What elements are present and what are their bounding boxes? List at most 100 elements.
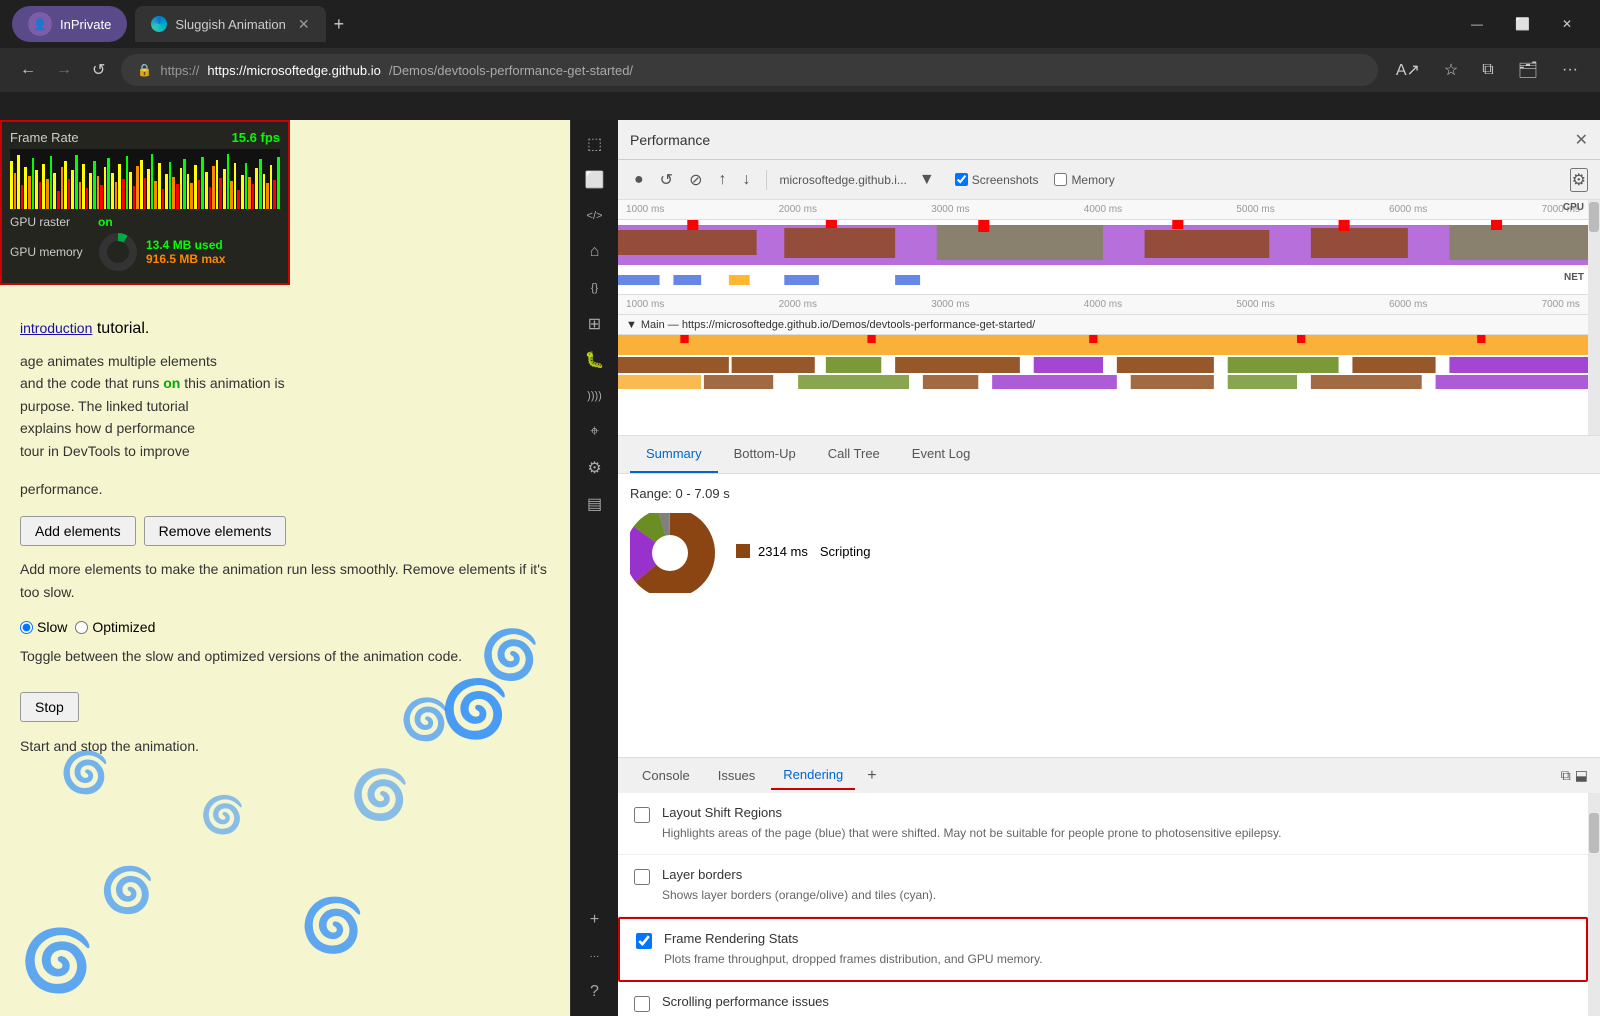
sidebar-icon-help[interactable]: ? [579,976,611,1008]
slow-radio[interactable] [20,621,33,634]
rendering-scrollbar[interactable] [1588,793,1600,1016]
reload-button[interactable]: ↺ [88,56,109,84]
main-track-header: ▼ Main — https://microsoftedge.github.io… [618,315,1588,335]
sidebar-icon-more[interactable]: ··· [579,940,611,972]
intro-link[interactable]: introduction [20,320,92,336]
sidebar-icon-code[interactable]: {} [579,272,611,304]
inprivate-button[interactable]: 👤 InPrivate [12,6,127,42]
collections-button[interactable]: 🗂 [1512,56,1544,84]
screenshots-checkbox[interactable] [955,173,968,186]
fps-value: 15.6 fps [232,130,280,145]
legend-scripting-label: Scripting [820,544,871,559]
devtools-title: Performance [630,132,1575,148]
bottom-tabs-bar: Console Issues Rendering + ⧉ ⬓ [618,757,1600,793]
frame-stats-checkbox[interactable] [636,933,652,949]
memory-checkbox[interactable] [1054,173,1067,186]
lock-icon: 🔒 [137,63,152,77]
layout-shift-checkbox[interactable] [634,807,650,823]
sidebar-icon-home[interactable]: ⌂ [579,236,611,268]
new-tab-button[interactable]: + [334,14,345,35]
edge-logo-5: 🌀 [100,864,155,916]
tab-close-button[interactable]: ✕ [298,16,310,33]
stop-button[interactable]: Stop [20,692,79,722]
sidebar-icon-network[interactable]: ⊞ [579,308,611,340]
timeline-scrollbar-thumb[interactable] [1589,202,1599,232]
frame-rate-title: Frame Rate [10,130,79,145]
url-domain: https:// [160,63,199,78]
fps-bars [10,149,280,209]
dock-button[interactable]: ⧉ [1561,767,1571,784]
back-button[interactable]: ← [16,57,40,83]
ruler-mark-6000: 6000 ms [1389,204,1427,215]
timeline-scrollbar[interactable] [1588,200,1600,435]
ruler2-mark-3000: 3000 ms [931,299,969,310]
tab-rendering[interactable]: Rendering [771,761,855,790]
reload-record-button[interactable]: ↺ [656,166,677,194]
gpu-raster-value: on [98,215,113,229]
slow-radio-label[interactable]: Slow [20,619,67,635]
summary-chart: 2314 ms Scripting [630,513,1588,593]
bottom-up-tab-label: Bottom-Up [734,446,796,461]
cpu-visualization [618,220,1588,270]
active-tab[interactable]: Sluggish Animation ✕ [135,6,325,42]
remove-elements-button[interactable]: Remove elements [144,516,287,546]
console-tab-label: Console [642,768,690,783]
performance-settings-button[interactable]: ⚙ [1570,168,1588,192]
call-tree-tab-label: Call Tree [828,446,880,461]
sidebar-icon-storage[interactable]: ▤ [579,488,611,520]
tab-summary[interactable]: Summary [630,436,718,473]
clear-button[interactable]: ⊘ [685,166,706,194]
add-elements-button[interactable]: Add elements [20,516,136,546]
main-track [618,335,1588,435]
frame-stats-content: Frame Rendering Stats Plots frame throug… [664,931,1570,968]
frame-stats-header: Frame Rendering Stats Plots frame throug… [636,931,1570,968]
add-tab-button[interactable]: + [859,763,884,789]
sidebar-icon-device[interactable]: ⬜ [579,164,611,196]
split-panel-button[interactable]: ⬓ [1575,767,1588,784]
download-button[interactable]: ↓ [738,167,754,193]
record-button[interactable]: ● [630,167,648,193]
optimized-label: Optimized [92,619,155,635]
split-button[interactable]: ⧉ [1476,57,1499,83]
ruler-marks-bottom: 1000 ms 2000 ms 3000 ms 4000 ms 5000 ms … [618,299,1588,310]
maximize-button[interactable]: ⬜ [1499,6,1546,42]
analysis-content: Range: 0 - 7.09 s 2314 ms Script [618,474,1600,757]
optimized-radio-label[interactable]: Optimized [75,619,155,635]
favorites-button[interactable]: ☆ [1438,56,1464,84]
dropdown-button[interactable]: ▼ [915,167,939,193]
layer-borders-checkbox[interactable] [634,869,650,885]
perf-url: microsoftedge.github.i... [779,173,906,187]
tab-call-tree[interactable]: Call Tree [812,436,896,473]
ruler-marks: 1000 ms 2000 ms 3000 ms 4000 ms 5000 ms … [618,204,1588,215]
optimized-radio[interactable] [75,621,88,634]
sidebar-icon-add[interactable]: + [579,904,611,936]
tab-bottom-up[interactable]: Bottom-Up [718,436,812,473]
gpu-memory-values: 13.4 MB used 916.5 MB max [146,238,225,266]
net-visualization [618,270,1588,290]
upload-button[interactable]: ↑ [714,167,730,193]
devtools-close-button[interactable]: ✕ [1575,130,1588,150]
tab-console[interactable]: Console [630,762,702,789]
stop-hint: Start and stop the animation. [20,738,550,754]
rendering-scrollbar-thumb[interactable] [1589,813,1599,853]
forward-button[interactable]: → [52,57,76,83]
sidebar-icon-animation[interactable]: ⌖ [579,416,611,448]
tab-issues[interactable]: Issues [706,762,768,789]
sidebar-icon-settings[interactable]: ⚙ [579,452,611,484]
slow-label: Slow [37,619,67,635]
url-box[interactable]: 🔒 https://https://microsoftedge.github.i… [121,54,1377,86]
control-buttons: Add elements Remove elements [20,516,550,546]
tab-event-log[interactable]: Event Log [896,436,987,473]
read-aloud-button[interactable]: A↗ [1390,56,1426,84]
menu-button[interactable]: ··· [1556,57,1584,83]
close-button[interactable]: ✕ [1546,6,1588,42]
sidebar-icon-bug[interactable]: 🐛 [579,344,611,376]
sidebar-icon-wifi[interactable]: )))) [579,380,611,412]
sidebar-icon-elements[interactable]: </> [579,200,611,232]
scrolling-checkbox[interactable] [634,996,650,1012]
ruler2-mark-2000: 2000 ms [779,299,817,310]
gpu-donut-chart [98,232,138,272]
minimize-button[interactable]: — [1455,6,1499,42]
sidebar-icon-cursor[interactable]: ⬚ [579,128,611,160]
speed-toggle: Slow Optimized [20,619,550,635]
